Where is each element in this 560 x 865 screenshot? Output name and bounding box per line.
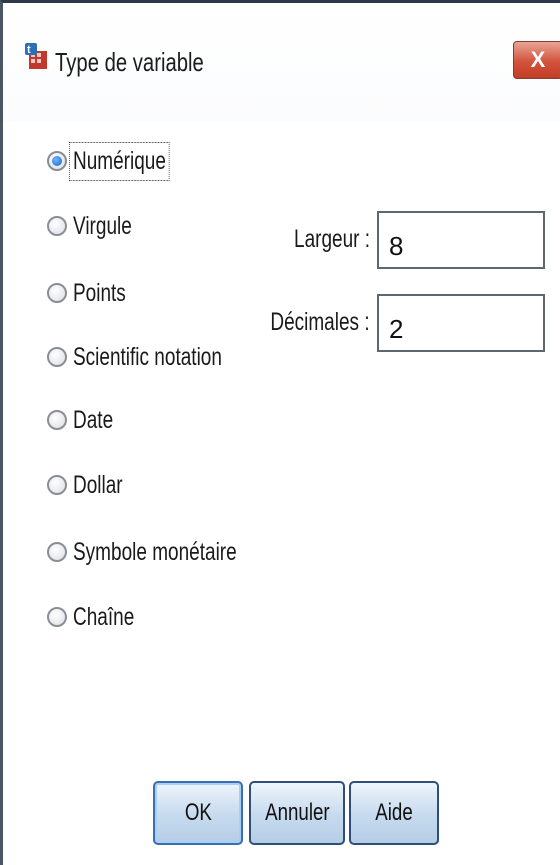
radio-label-dollar: Dollar [73, 470, 123, 499]
ok-button-label: OK [184, 799, 212, 826]
svg-text:t: t [27, 44, 31, 56]
radio-button-selected[interactable] [47, 151, 67, 171]
radio-option-scientific[interactable]: Scientific notation [47, 337, 269, 377]
variable-type-dialog: t Type de variable X Numérique Virgule P… [0, 0, 560, 865]
decimals-field[interactable]: 2 [377, 294, 545, 352]
radio-button[interactable] [47, 410, 67, 430]
radio-option-dot[interactable]: Points [47, 273, 142, 313]
radio-option-numeric[interactable]: Numérique [47, 141, 195, 181]
width-field[interactable]: 8 [377, 211, 545, 269]
title-bar: t Type de variable X [3, 3, 560, 121]
radio-option-currency[interactable]: Symbole monétaire [47, 532, 288, 572]
radio-button[interactable] [47, 216, 67, 236]
help-button[interactable]: Aide [349, 781, 439, 845]
close-icon: X [530, 47, 546, 72]
radio-button[interactable] [47, 283, 67, 303]
radio-button[interactable] [47, 607, 67, 627]
cancel-button-label: Annuler [264, 799, 330, 826]
radio-option-comma[interactable]: Virgule [47, 206, 150, 246]
decimals-label: Décimales : [270, 308, 370, 336]
radio-label-currency: Symbole monétaire [73, 537, 237, 566]
help-button-label: Aide [375, 799, 413, 826]
radio-label-string: Chaîne [73, 602, 135, 631]
ok-button[interactable]: OK [153, 781, 243, 845]
radio-button[interactable] [47, 347, 67, 367]
radio-button[interactable] [47, 542, 67, 562]
spss-app-icon: t [23, 41, 49, 71]
radio-option-date[interactable]: Date [47, 400, 126, 440]
radio-label-date: Date [73, 405, 114, 434]
radio-label-scientific: Scientific notation [73, 342, 222, 371]
radio-label-numeric: Numérique [69, 141, 170, 181]
cancel-button[interactable]: Annuler [249, 781, 345, 845]
close-button[interactable]: X [513, 41, 560, 79]
radio-button[interactable] [47, 475, 67, 495]
radio-label-comma: Virgule [73, 211, 132, 240]
radio-option-dollar[interactable]: Dollar [47, 465, 138, 505]
width-label: Largeur : [293, 225, 370, 253]
window-title: Type de variable [55, 47, 204, 77]
radio-option-string[interactable]: Chaîne [47, 597, 154, 637]
radio-label-dot: Points [73, 278, 126, 307]
